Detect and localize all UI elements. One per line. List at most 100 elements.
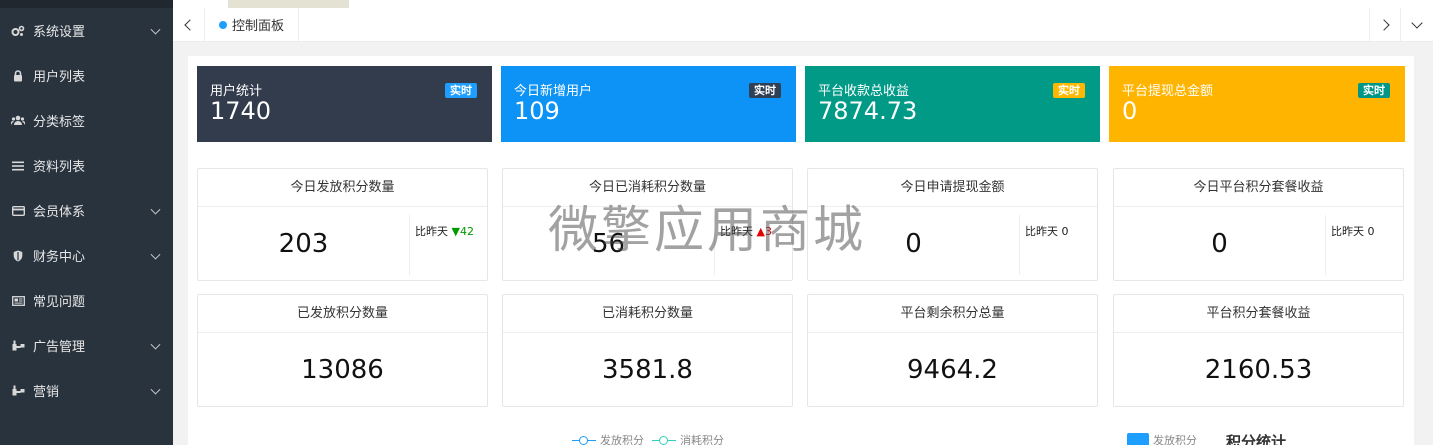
sidebar-item-system-settings[interactable]: 系统设置	[0, 8, 173, 53]
card-value: 0	[1211, 229, 1228, 259]
chart-legend-consumed[interactable]: 消耗积分	[652, 432, 724, 445]
compare-text: 比昨天 0	[1331, 223, 1375, 239]
legend-label: 消耗积分	[680, 434, 724, 445]
compare-delta: 42	[459, 225, 474, 238]
card-today-package-revenue: 今日平台积分套餐收益 0 比昨天 0	[1113, 168, 1404, 281]
watermark: 微擎应用商城	[548, 201, 866, 259]
card-compare: 比昨天 0	[1325, 215, 1404, 275]
compare-label: 比昨天	[1331, 225, 1364, 238]
stat-value: 109	[514, 97, 560, 125]
card-title: 今日发放积分数量	[198, 169, 487, 207]
sidebar-item-label: 系统设置	[33, 25, 86, 40]
card-today-issued-points: 今日发放积分数量 203 比昨天 ▼42	[197, 168, 488, 281]
line-legend-icon	[572, 435, 596, 445]
sidebar-logo-area	[0, 0, 173, 8]
compare-text: 比昨天 ▼42	[415, 223, 474, 239]
sidebar-item-label: 常见问题	[33, 295, 86, 310]
tab-scroll-right-button[interactable]	[1369, 8, 1401, 41]
header-active-indicator	[228, 0, 349, 8]
sidebar: 系统设置 用户列表 分类标签 资料列表 会员体系 财务中心 常见问题 广告管理 …	[0, 0, 173, 445]
card-total-issued-points: 已发放积分数量 13086	[197, 294, 488, 407]
chevron-down-icon	[150, 384, 161, 395]
compare-delta: 0	[1367, 225, 1375, 238]
sitemap-icon	[11, 385, 25, 396]
chevron-down-icon	[150, 24, 161, 35]
sidebar-item-material-list[interactable]: 资料列表	[0, 143, 173, 188]
stat-value: 0	[1122, 97, 1138, 125]
sidebar-item-label: 分类标签	[33, 115, 86, 130]
realtime-badge: 实时	[1053, 83, 1085, 98]
users-icon	[11, 115, 25, 126]
shield-icon	[11, 250, 25, 262]
trend-down-icon: ▼	[451, 225, 460, 238]
gears-icon	[11, 25, 25, 37]
sidebar-item-category-tags[interactable]: 分类标签	[0, 98, 173, 143]
sidebar-item-label: 会员体系	[33, 205, 86, 220]
chevron-down-icon	[150, 339, 161, 350]
card-value: 9464.2	[907, 355, 998, 385]
card-total-consumed-points: 已消耗积分数量 3581.8	[502, 294, 793, 407]
card-icon	[11, 205, 25, 216]
card-compare: 比昨天 ▼42	[409, 215, 488, 275]
sidebar-item-label: 资料列表	[33, 160, 86, 175]
lock-icon	[11, 69, 25, 82]
legend-label: 发放积分	[1153, 434, 1197, 445]
tab-scroll-left-button[interactable]	[173, 8, 205, 41]
tab-dashboard[interactable]: 控制面板	[207, 8, 300, 41]
stat-card-total-withdrawal: 平台提现总金额 0 实时	[1109, 66, 1405, 142]
stat-card-user-total: 用户统计 1740 实时	[197, 66, 492, 142]
realtime-badge: 实时	[1358, 83, 1390, 98]
card-value: 3581.8	[602, 355, 693, 385]
card-value: 203	[278, 229, 329, 259]
sidebar-item-marketing[interactable]: 营销	[0, 368, 173, 413]
chevron-right-icon	[1377, 18, 1390, 31]
card-title: 今日平台积分套餐收益	[1114, 169, 1403, 207]
sidebar-item-label: 财务中心	[33, 250, 86, 265]
line-legend-icon	[652, 435, 676, 445]
chevron-down-icon	[1411, 16, 1423, 29]
compare-label: 比昨天	[415, 225, 448, 238]
stat-value: 7874.73	[818, 97, 918, 125]
compare-delta: 0	[1061, 225, 1069, 238]
legend-label: 发放积分	[600, 434, 644, 445]
chart-title: 积分统计	[1226, 433, 1287, 445]
card-compare: 比昨天 0	[1019, 215, 1098, 275]
tab-menu-button[interactable]	[1401, 8, 1433, 41]
sidebar-item-label: 用户列表	[33, 70, 86, 85]
newspaper-icon	[11, 295, 25, 306]
sidebar-item-finance[interactable]: 财务中心	[0, 233, 173, 278]
scrollbar[interactable]	[1426, 42, 1433, 445]
card-value: 13086	[301, 355, 384, 385]
header-strip	[173, 0, 1433, 8]
active-dot-icon	[219, 20, 227, 29]
chevron-left-icon	[184, 18, 196, 31]
compare-label: 比昨天	[1025, 225, 1058, 238]
chevron-down-icon	[150, 249, 161, 260]
stat-card-new-users-today: 今日新增用户 109 实时	[501, 66, 796, 142]
sidebar-item-faq[interactable]: 常见问题	[0, 278, 173, 323]
tab-bar: 控制面板	[173, 8, 1433, 42]
sidebar-item-ads[interactable]: 广告管理	[0, 323, 173, 368]
card-remaining-points: 平台剩余积分总量 9464.2	[807, 294, 1098, 407]
realtime-badge: 实时	[445, 83, 477, 98]
sidebar-item-membership[interactable]: 会员体系	[0, 188, 173, 233]
bar-legend-icon[interactable]	[1127, 433, 1149, 445]
card-title: 已消耗积分数量	[503, 295, 792, 333]
list-icon	[11, 161, 25, 171]
stat-card-total-revenue: 平台收款总收益 7874.73 实时	[805, 66, 1100, 142]
chevron-down-icon	[150, 204, 161, 215]
tab-label: 控制面板	[232, 19, 285, 34]
card-package-revenue: 平台积分套餐收益 2160.53	[1113, 294, 1404, 407]
stat-value: 1740	[210, 97, 272, 125]
card-value: 2160.53	[1204, 355, 1313, 385]
chart-legend-issued[interactable]: 发放积分	[572, 432, 644, 445]
card-title: 平台积分套餐收益	[1114, 295, 1403, 333]
sidebar-item-user-list[interactable]: 用户列表	[0, 53, 173, 98]
realtime-badge: 实时	[749, 83, 781, 98]
compare-text: 比昨天 0	[1025, 223, 1069, 239]
sitemap-icon	[11, 340, 25, 351]
sidebar-item-label: 营销	[33, 385, 60, 400]
card-title: 已发放积分数量	[198, 295, 487, 333]
card-title: 平台剩余积分总量	[808, 295, 1097, 333]
sidebar-item-label: 广告管理	[33, 340, 86, 355]
